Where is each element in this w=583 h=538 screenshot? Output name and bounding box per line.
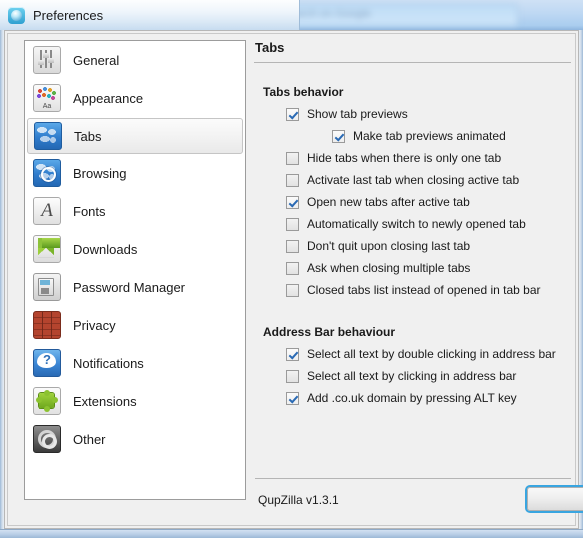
sidebar-item-other[interactable]: Other <box>27 420 243 458</box>
dialog-footer: QupZilla v1.3.1 <box>254 481 583 519</box>
checkbox-checked-icon[interactable] <box>286 195 299 209</box>
checkbox-row[interactable]: Ask when closing multiple tabs <box>286 257 571 279</box>
gears-icon <box>33 425 61 453</box>
title-bar[interactable]: Preferences <box>0 0 300 30</box>
checkbox-label: Add .co.uk domain by pressing ALT key <box>307 391 517 405</box>
checkbox-label: Closed tabs list instead of opened in ta… <box>307 283 541 297</box>
palette-icon <box>33 84 61 112</box>
sidebar-item-label: Extensions <box>73 393 137 409</box>
checkbox-label: Don't quit upon closing last tab <box>307 239 471 253</box>
sidebar-item-label: Downloads <box>73 241 138 257</box>
checkbox-row[interactable]: Don't quit upon closing last tab <box>286 235 571 257</box>
window-frame-bottom <box>0 529 583 538</box>
sidebar-item-fonts[interactable]: Fonts <box>27 192 243 230</box>
safe-icon <box>33 273 61 301</box>
sidebar-item-label: Appearance <box>73 90 144 106</box>
checkbox-unchecked-icon[interactable] <box>286 217 299 231</box>
download-icon <box>33 235 61 263</box>
version-label: QupZilla v1.3.1 <box>258 493 339 507</box>
checkbox-label: Automatically switch to newly opened tab <box>307 217 526 231</box>
firewall-icon <box>33 311 61 339</box>
puzzle-piece-icon <box>33 387 61 415</box>
sidebar-item-downloads[interactable]: Downloads <box>27 230 243 268</box>
globe-tabs-icon <box>34 122 62 150</box>
page-title: Tabs <box>255 40 285 55</box>
checkbox-checked-icon[interactable] <box>332 129 345 143</box>
checkbox-unchecked-icon[interactable] <box>286 283 299 297</box>
checkbox-row[interactable]: Select all text by clicking in address b… <box>286 365 571 387</box>
checkbox-row[interactable]: Make tab previews animated <box>332 125 571 147</box>
sidebar-item-extensions[interactable]: Extensions <box>27 382 243 420</box>
checkbox-label: Select all text by clicking in address b… <box>307 369 517 383</box>
checkbox-label: Activate last tab when closing active ta… <box>307 173 520 187</box>
sidebar-item-label: Notifications <box>73 355 144 371</box>
preferences-category-list[interactable]: General Appearance Tabs Browsing Fonts Downlo… <box>24 40 246 500</box>
sidebar-item-label: Fonts <box>73 203 106 219</box>
sidebar-item-label: Password Manager <box>73 279 185 295</box>
group-title: Address Bar behaviour <box>263 325 396 339</box>
sidebar-item-appearance[interactable]: Appearance <box>27 79 243 117</box>
sidebar-item-label: Other <box>73 431 106 447</box>
checkbox-row[interactable]: Closed tabs list instead of opened in ta… <box>286 279 571 301</box>
option-list: Select all text by double clicking in ad… <box>254 343 571 409</box>
checkbox-label: Select all text by double clicking in ad… <box>307 347 556 361</box>
checkbox-row[interactable]: Add .co.uk domain by pressing ALT key <box>286 387 571 409</box>
checkbox-checked-icon[interactable] <box>286 391 299 405</box>
letter-a-icon <box>33 197 61 225</box>
checkbox-label: Hide tabs when there is only one tab <box>307 151 502 165</box>
checkbox-unchecked-icon[interactable] <box>286 369 299 383</box>
speech-bubble-question-icon <box>33 349 61 377</box>
checkbox-label: Make tab previews animated <box>353 129 506 143</box>
qupzilla-logo-icon <box>8 6 25 24</box>
checkbox-row[interactable]: Show tab previews <box>286 103 571 125</box>
checkbox-checked-icon[interactable] <box>286 347 299 361</box>
checkbox-label: Show tab previews <box>307 107 408 121</box>
preferences-content-panel: Tabs Tabs behavior Show tab previews Make … <box>254 40 583 519</box>
settings-group: Tabs behavior Show tab previews Make tab p… <box>254 85 571 301</box>
checkbox-unchecked-icon[interactable] <box>286 239 299 253</box>
window-title: Preferences <box>33 7 104 23</box>
sidebar-item-password-manager[interactable]: Password Manager <box>27 268 243 306</box>
checkbox-row[interactable]: Hide tabs when there is only one tab <box>286 147 571 169</box>
option-list: Show tab previews Make tab previews anima… <box>254 103 571 301</box>
checkbox-row[interactable]: Open new tabs after active tab <box>286 191 571 213</box>
checkbox-unchecked-icon[interactable] <box>286 261 299 275</box>
sidebar-item-browsing[interactable]: Browsing <box>27 154 243 192</box>
window-frame-right <box>579 30 583 538</box>
preferences-window: Enter URL address or search on Google Pr… <box>0 0 583 538</box>
checkbox-checked-icon[interactable] <box>286 107 299 121</box>
compass-icon <box>33 159 61 187</box>
checkbox-row[interactable]: Automatically switch to newly opened tab <box>286 213 571 235</box>
checkbox-label: Open new tabs after active tab <box>307 195 470 209</box>
settings-groups: Tabs behavior Show tab previews Make tab p… <box>254 85 571 409</box>
sidebar-item-label: Tabs <box>74 128 102 144</box>
checkbox-unchecked-icon[interactable] <box>286 151 299 165</box>
title-divider <box>254 62 571 63</box>
group-title: Tabs behavior <box>263 85 344 99</box>
checkbox-label: Ask when closing multiple tabs <box>307 261 471 275</box>
sidebar-item-privacy[interactable]: Privacy <box>27 306 243 344</box>
dialog-inner-frame: General Appearance Tabs Browsing Fonts Downlo… <box>7 33 583 526</box>
sliders-icon <box>33 46 61 74</box>
settings-group: Address Bar behaviour Select all text by … <box>254 325 571 409</box>
sidebar-item-label: General <box>73 52 120 68</box>
ok-button[interactable] <box>527 487 583 511</box>
preferences-dialog: General Appearance Tabs Browsing Fonts Downlo… <box>4 30 583 529</box>
sidebar-item-notifications[interactable]: Notifications <box>27 344 243 382</box>
sidebar-item-general[interactable]: General <box>27 41 243 79</box>
checkbox-row[interactable]: Activate last tab when closing active ta… <box>286 169 571 191</box>
sidebar-item-label: Browsing <box>73 165 127 181</box>
checkbox-row[interactable]: Select all text by double clicking in ad… <box>286 343 571 365</box>
sidebar-item-tabs[interactable]: Tabs <box>27 118 243 154</box>
sidebar-item-label: Privacy <box>73 317 116 333</box>
checkbox-unchecked-icon[interactable] <box>286 173 299 187</box>
footer-divider <box>255 478 571 479</box>
